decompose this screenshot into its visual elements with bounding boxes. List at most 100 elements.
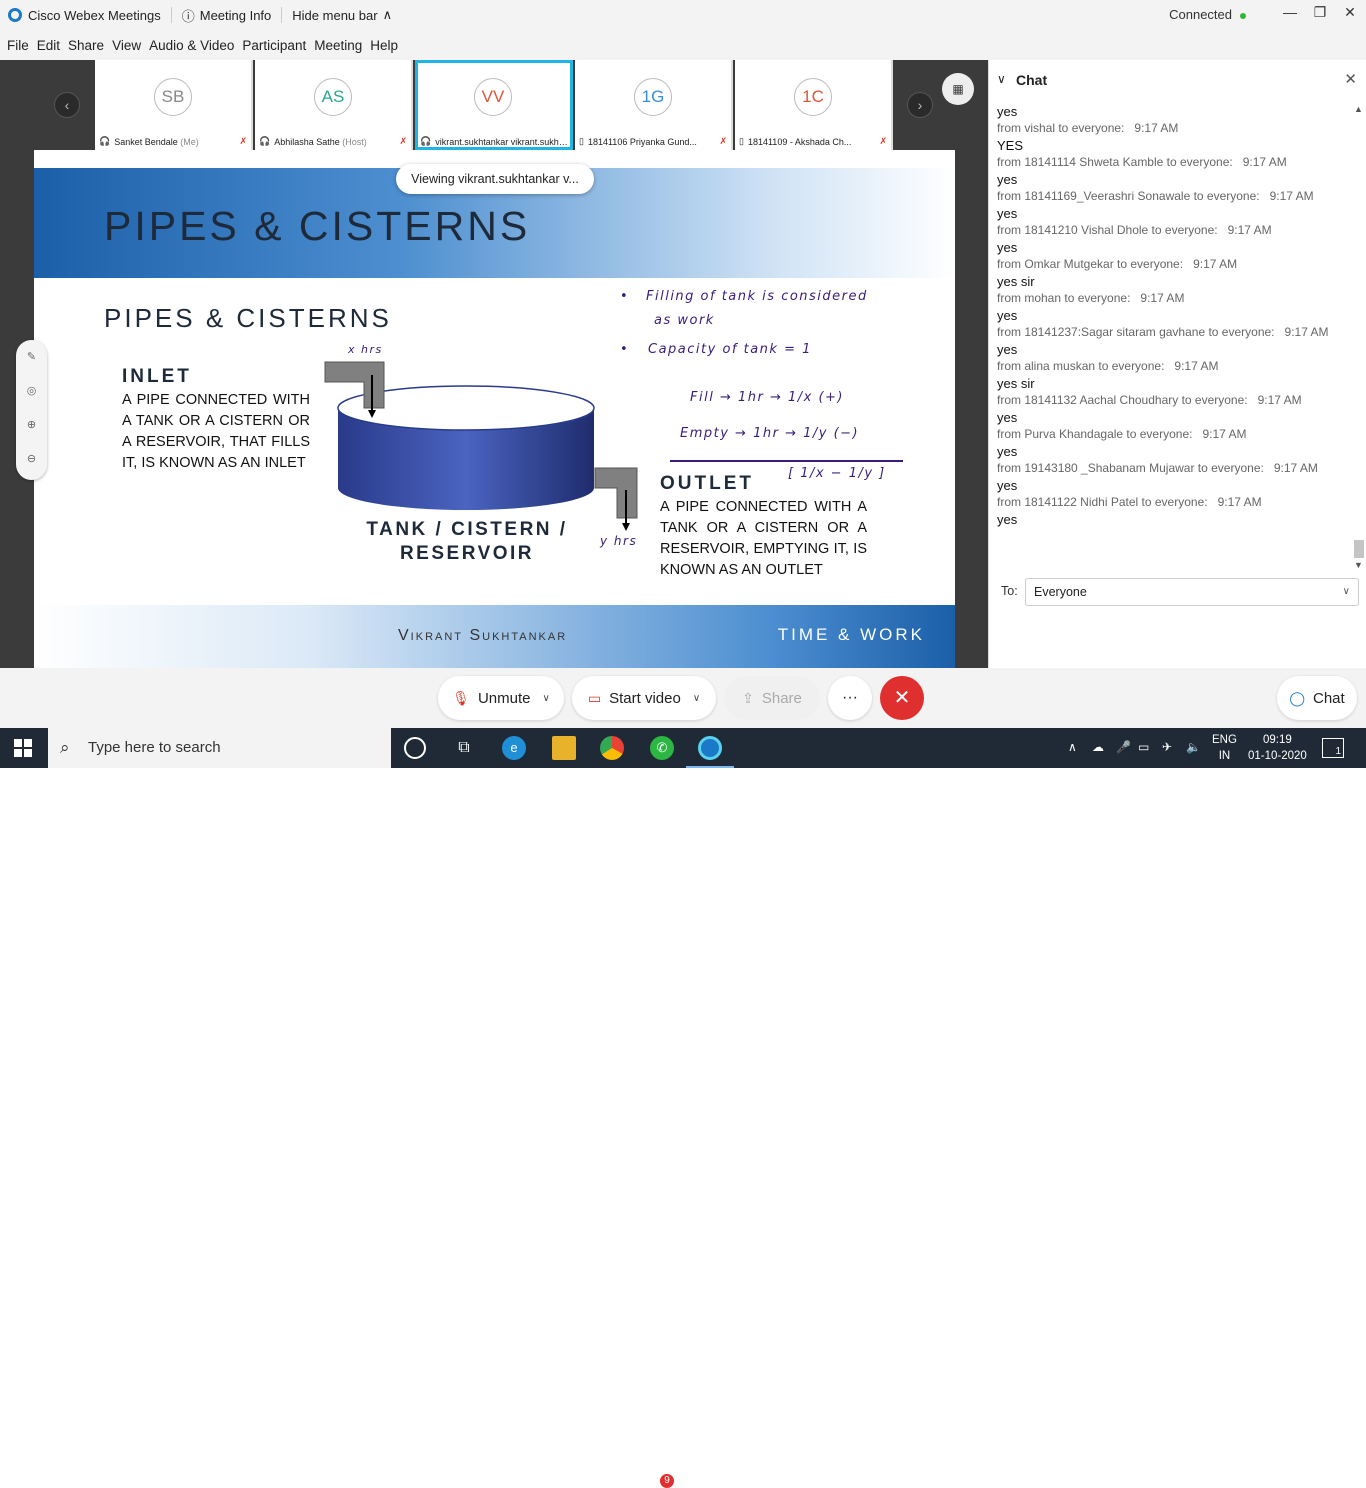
microphone-icon[interactable]: 🎤 [1116,740,1131,754]
file-explorer-icon[interactable] [552,736,576,760]
menu-view[interactable]: View [112,38,141,53]
strip-prev-button[interactable]: ‹ [54,92,80,118]
menu-meeting[interactable]: Meeting [314,38,362,53]
message-sender: from mohan to everyone: [997,291,1131,305]
participant-tile[interactable]: AS 🎧 Abhilasha Sathe (Host) ✗ [255,60,413,150]
viewing-indicator[interactable]: Viewing vikrant.sukhtankar v... [396,164,594,194]
calendar-icon: ▦ [952,82,964,96]
search-placeholder: Type here to search [88,739,221,756]
message-sender: from alina muskan to everyone: [997,359,1165,373]
cortana-icon[interactable] [404,737,426,759]
system-clock[interactable]: 09:19 01-10-2020 [1248,732,1307,764]
chat-recipient-select[interactable]: Everyone ∨ [1025,578,1359,606]
menu-help[interactable]: Help [370,38,398,53]
hide-menu-bar-label: Hide menu bar [292,7,378,23]
message-sender: from Purva Khandagale to everyone: [997,427,1193,441]
scroll-thumb[interactable] [1354,540,1364,558]
chat-message: yes from 18141122 Nidhi Patel to everyone… [997,478,1347,512]
windows-taskbar: ⌕ Type here to search ⧉ e ✆ 9 ∧ ☁ 🎤 ▭ ✈ 🔈… [0,728,1366,1488]
avatar: 1C [794,78,832,116]
avatar: SB [154,78,192,116]
menu-audio-video[interactable]: Audio & Video [149,38,234,53]
chat-scrollbar[interactable]: ▲ ▼ [1353,102,1365,574]
network-icon[interactable]: ✈ [1162,740,1172,754]
language-indicator[interactable]: ENG IN [1212,732,1237,764]
participant-tile[interactable]: 1G ▯ 18141106 Priyanka Gund... ✗ [575,60,733,150]
chrome-icon[interactable] [600,736,624,760]
message-time: 9:17 AM [1202,427,1247,441]
participant-name-text: Abhilasha Sathe [274,136,340,147]
annotation-toolbar: ✎ ◎ ⊕ ⊖ [16,340,47,480]
chevron-down-icon[interactable]: ∨ [542,693,549,704]
participant-tile-active[interactable]: VV 🎧 vikrant.sukhtankar vikrant.sukhta... [415,60,573,150]
zoom-out-icon[interactable]: ⊖ [16,442,47,476]
task-view-icon[interactable]: ⧉ [452,736,476,760]
webex-taskbar-icon[interactable] [698,736,722,760]
chat-message: yes from 18141169_Veerashri Sonawale to e… [997,172,1347,206]
leave-meeting-button[interactable]: ✕ [880,676,924,720]
message-body: yes [997,410,1018,425]
participant-tile[interactable]: SB 🎧 Sanket Bendale (Me) ✗ [95,60,253,150]
scroll-up-icon[interactable]: ▲ [1354,104,1363,114]
close-window-button[interactable]: ✕ [1339,4,1361,24]
message-meta: from Purva Khandagale to everyone: 9:17 A… [997,427,1347,444]
participant-name-text: Sanket Bendale [114,136,178,147]
annotation-empty: Empty → 1hr → 1/y (−) [680,426,860,441]
close-chat-button[interactable]: ✕ [1344,70,1357,88]
unmute-button[interactable]: 🎙 Unmute ∨ [438,676,564,720]
layout-button[interactable]: ▦ [942,73,974,105]
chat-button[interactable]: ◯ Chat [1277,676,1357,720]
volume-icon[interactable]: 🔈 [1186,740,1201,754]
chevron-down-icon: ∨ [1342,586,1350,597]
message-time: 9:17 AM [1284,325,1329,339]
menu-participant[interactable]: Participant [242,38,306,53]
edge-icon[interactable]: e [502,736,526,760]
pointer-icon[interactable]: ◎ [16,374,47,408]
slide-title: PIPES & CISTERNS [104,203,531,249]
pen-icon[interactable]: ✎ [16,340,47,374]
chat-message: yes sir from 18141132 Aachal Choudhary to… [997,376,1347,410]
share-button[interactable]: ⇪ Share [724,676,820,720]
maximize-button[interactable]: ❐ [1309,4,1331,24]
whatsapp-icon[interactable]: ✆ [650,736,674,760]
meeting-info-button[interactable]: ⓘ Meeting Info [182,6,272,25]
menu-file[interactable]: File [7,38,29,53]
chat-message: yes from 19143180 _Shabanam Mujawar to ev… [997,444,1347,478]
muted-mic-icon: ✗ [239,136,247,146]
share-icon: ⇪ [742,689,754,706]
chevron-down-icon[interactable]: ∨ [693,693,700,704]
participant-tile[interactable]: 1C ▯ 18141109 - Akshada Ch... ✗ [735,60,893,150]
region-code: IN [1218,750,1231,762]
annotation-as-work: as work [654,313,715,328]
scroll-down-icon[interactable]: ▼ [1354,560,1363,570]
start-video-button[interactable]: ▭ Start video ∨ [572,676,716,720]
message-body: yes [997,172,1018,187]
taskbar-search[interactable]: ⌕ Type here to search [48,728,391,768]
onedrive-icon[interactable]: ☁ [1092,740,1104,754]
chat-header: ∨ Chat ✕ [989,60,1366,100]
shared-content-area: PIPES & CISTERNS Viewing vikrant.sukhtan… [0,150,988,668]
message-body: yes [997,512,1018,527]
battery-icon[interactable]: ▭ [1138,740,1149,754]
chevron-up-icon[interactable]: ∧ [1068,740,1077,754]
strip-next-button[interactable]: › [907,92,933,118]
message-body: yes sir [997,274,1035,289]
menu-bar: File Edit Share View Audio & Video Parti… [0,30,1366,60]
zoom-in-icon[interactable]: ⊕ [16,408,47,442]
chat-title: Chat [1016,72,1048,88]
message-sender: from 18141122 Nidhi Patel to everyone: [997,495,1208,509]
menu-edit[interactable]: Edit [37,38,60,53]
more-options-button[interactable]: ··· [828,676,872,720]
hide-menu-bar-button[interactable]: Hide menu bar ∧ [292,7,392,23]
minimize-button[interactable]: — [1279,4,1301,24]
slide: PIPES & CISTERNS Viewing vikrant.sukhtan… [34,150,955,668]
collapse-chat-button[interactable]: ∨ [997,72,1006,86]
chat-message: yes from 18141237:Sagar sitaram gavhane t… [997,308,1347,342]
windows-start-button[interactable] [14,739,32,757]
muted-mic-icon: ✗ [399,136,407,146]
message-meta: from vishal to everyone: 9:17 AM [997,121,1347,138]
avatar: AS [314,78,352,116]
menu-share[interactable]: Share [68,38,104,53]
notification-center-button[interactable]: 1 [1322,738,1344,758]
message-body: yes [997,444,1018,459]
